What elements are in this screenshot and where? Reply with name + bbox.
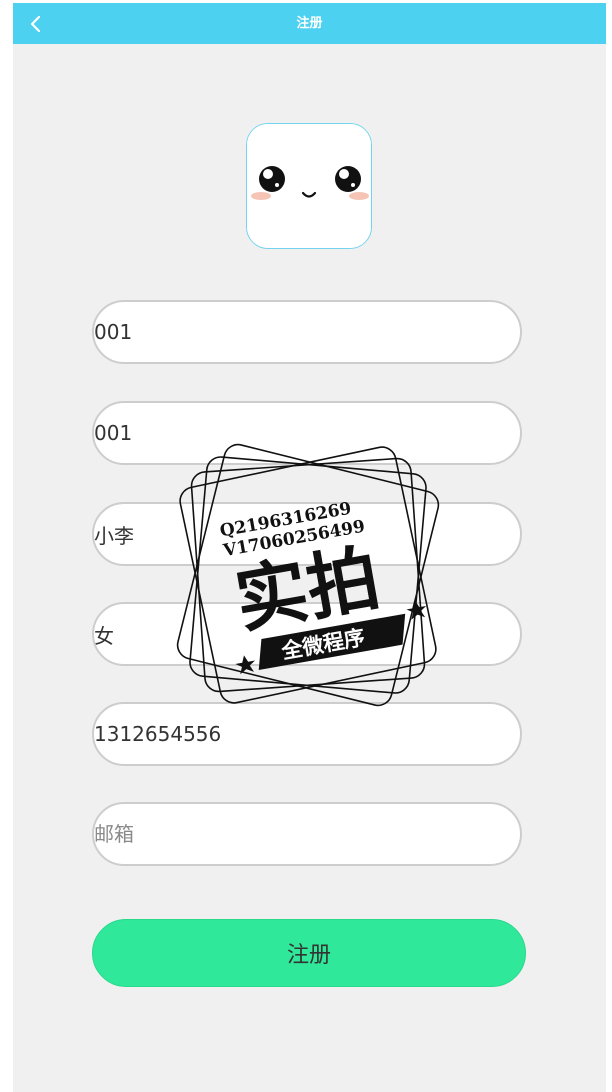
- email-input[interactable]: [92, 802, 522, 866]
- register-button[interactable]: 注册: [92, 919, 526, 987]
- password-input[interactable]: [92, 401, 522, 465]
- navbar: 注册: [13, 3, 606, 44]
- page-title: 注册: [296, 16, 323, 31]
- register-screen: 注册 注册 Q: [13, 3, 606, 1092]
- cute-face-icon: [247, 124, 371, 248]
- username-input[interactable]: [92, 300, 522, 364]
- realname-input[interactable]: [92, 502, 522, 566]
- watermark-stamp: Q2196316269 V17060256499 实拍 全微程序: [176, 443, 440, 707]
- avatar: [246, 123, 372, 249]
- phone-input[interactable]: [92, 702, 522, 766]
- gender-input[interactable]: [92, 602, 522, 666]
